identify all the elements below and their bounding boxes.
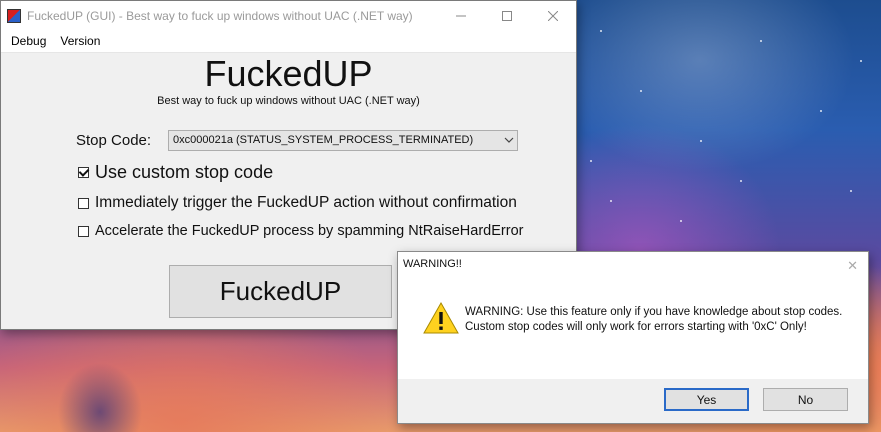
checkbox-label: Accelerate the FuckedUP process by spamm… xyxy=(95,223,524,239)
yes-button[interactable]: Yes xyxy=(664,388,749,411)
close-icon[interactable]: ✕ xyxy=(847,258,858,274)
chevron-down-icon xyxy=(504,131,514,157)
dialog-message: WARNING: Use this feature only if you ha… xyxy=(465,306,843,333)
checkbox-checked[interactable] xyxy=(78,167,89,178)
maximize-icon[interactable] xyxy=(484,1,530,30)
checkbox-unchecked[interactable] xyxy=(78,197,89,209)
title-bar[interactable]: FuckedUP (GUI) - Best way to fuck up win… xyxy=(1,1,576,30)
checkbox-label: Immediately trigger the FuckedUP action … xyxy=(95,194,517,211)
wallpaper-figure xyxy=(40,332,160,432)
warning-dialog: WARNING!! ✕ WARNING: Use this feature on… xyxy=(397,251,869,424)
stop-code-dropdown[interactable]: 0xc000021a (STATUS_SYSTEM_PROCESS_TERMIN… xyxy=(168,130,518,151)
no-button[interactable]: No xyxy=(763,388,848,411)
immediate-trigger-checkbox[interactable]: Immediately trigger the FuckedUP action … xyxy=(78,194,517,212)
custom-stop-code-checkbox[interactable]: Use custom stop code xyxy=(78,162,273,183)
menu-version[interactable]: Version xyxy=(58,34,102,48)
stop-code-selected: 0xc000021a (STATUS_SYSTEM_PROCESS_TERMIN… xyxy=(173,134,474,146)
checkbox-label: Use custom stop code xyxy=(95,162,274,182)
minimize-icon[interactable] xyxy=(438,1,484,30)
app-subheading: Best way to fuck up windows without UAC … xyxy=(157,95,420,107)
app-heading: FuckedUP xyxy=(204,53,373,94)
app-icon xyxy=(7,8,21,23)
menu-bar: Debug Version xyxy=(1,30,576,53)
fuckedup-button[interactable]: FuckedUP xyxy=(169,265,392,318)
dialog-title: WARNING!! xyxy=(403,258,462,270)
dialog-footer: Yes No xyxy=(398,379,868,423)
stop-code-label: Stop Code: xyxy=(76,132,152,149)
window-title: FuckedUP (GUI) - Best way to fuck up win… xyxy=(27,8,413,23)
checkbox-unchecked[interactable] xyxy=(78,225,89,237)
accelerate-checkbox[interactable]: Accelerate the FuckedUP process by spamm… xyxy=(78,223,523,239)
warning-icon xyxy=(423,302,459,334)
close-icon[interactable] xyxy=(530,1,576,30)
menu-debug[interactable]: Debug xyxy=(9,34,48,48)
